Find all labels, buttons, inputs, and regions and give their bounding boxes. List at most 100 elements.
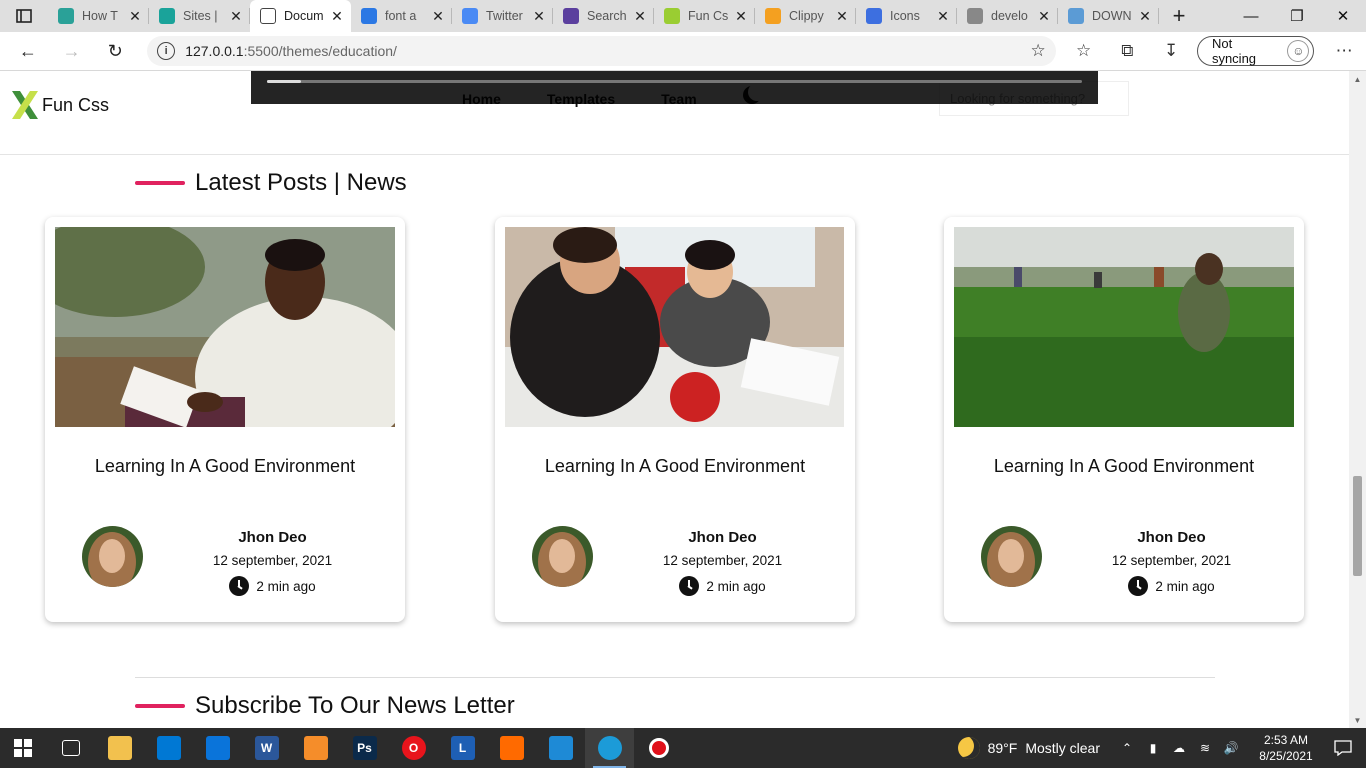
taskbar-app-file-explorer[interactable]	[95, 728, 144, 768]
browser-tab[interactable]: Clippy ✕	[755, 0, 856, 32]
tab-actions-button[interactable]	[0, 0, 48, 32]
post-card[interactable]: Learning In A Good Environment Jhon Deo …	[944, 217, 1304, 622]
taskbar-app-photoshop[interactable]: Ps	[340, 728, 389, 768]
weather-text[interactable]: Mostly clear	[1025, 740, 1100, 756]
settings-menu-icon[interactable]: ⋯	[1322, 41, 1366, 61]
taskbar-app-vscode[interactable]	[536, 728, 585, 768]
browser-tab[interactable]: Docum ✕	[250, 0, 351, 32]
tab-close-icon[interactable]: ✕	[329, 8, 345, 25]
window-controls: — ❐ ✕	[1228, 0, 1366, 32]
taskbar-app-uc-browser[interactable]	[291, 728, 340, 768]
video-progress-fill	[267, 80, 301, 83]
tab-close-icon[interactable]: ✕	[733, 8, 749, 25]
tab-favicon-icon	[866, 8, 882, 24]
system-clock[interactable]: 2:53 AM 8/25/2021	[1252, 732, 1320, 764]
section-accent-bar	[135, 181, 185, 185]
taskbar-app-store[interactable]	[144, 728, 193, 768]
tab-close-icon[interactable]: ✕	[127, 8, 143, 25]
post-card[interactable]: Learning In A Good Environment Jhon Deo …	[45, 217, 405, 622]
tab-close-icon[interactable]: ✕	[1137, 8, 1153, 25]
add-favorite-icon[interactable]: ☆	[1031, 41, 1046, 61]
taskbar-app-task-view[interactable]	[46, 728, 95, 768]
post-card[interactable]: Learning In A Good Environment Jhon Deo …	[495, 217, 855, 622]
taskbar-app-opera[interactable]: O	[389, 728, 438, 768]
clock-date: 8/25/2021	[1259, 749, 1313, 763]
tab-close-icon[interactable]: ✕	[834, 8, 850, 25]
clock-icon	[1128, 576, 1149, 596]
scroll-up-arrow[interactable]: ▲	[1349, 71, 1366, 87]
post-date: 12 september, 2021	[212, 553, 333, 568]
profile-sync-button[interactable]: Not syncing ☺	[1196, 36, 1315, 66]
close-window-button[interactable]: ✕	[1320, 0, 1366, 32]
back-button[interactable]: ←	[6, 33, 50, 69]
favorites-icon[interactable]: ☆	[1062, 41, 1106, 61]
forward-button[interactable]: →	[50, 33, 94, 69]
address-bar[interactable]: i 127.0.0.1:5500/themes/education/ ☆	[147, 36, 1056, 66]
scroll-down-arrow[interactable]: ▼	[1349, 712, 1366, 728]
page-scrollbar[interactable]: ▲ ▼	[1349, 71, 1366, 728]
taskbar-app-word[interactable]: W	[242, 728, 291, 768]
tab-close-icon[interactable]: ✕	[531, 8, 547, 25]
maximize-button[interactable]: ❐	[1274, 0, 1320, 32]
taskbar-app-mail[interactable]	[193, 728, 242, 768]
start-button[interactable]	[0, 728, 46, 768]
onedrive-cloud-icon[interactable]: ☁	[1167, 741, 1191, 755]
weather-temp[interactable]: 89°F	[988, 740, 1018, 756]
site-info-icon[interactable]: i	[157, 42, 176, 60]
browser-tab[interactable]: Search ✕	[553, 0, 654, 32]
browser-tab[interactable]: How T ✕	[48, 0, 149, 32]
subscribe-heading: Subscribe To Our News Letter	[135, 692, 515, 720]
tab-favicon-icon	[967, 8, 983, 24]
tab-close-icon[interactable]: ✕	[430, 8, 446, 25]
browser-tab[interactable]: Fun Cs ✕	[654, 0, 755, 32]
browser-toolbar: ← → ↻ i 127.0.0.1:5500/themes/education/…	[0, 32, 1366, 71]
tab-close-icon[interactable]: ✕	[935, 8, 951, 25]
post-title[interactable]: Learning In A Good Environment	[75, 453, 375, 480]
site-logo[interactable]: Fun Css	[10, 89, 109, 121]
logo-mark-icon	[12, 91, 38, 119]
taskbar-app-lens[interactable]: L	[438, 728, 487, 768]
recorder-icon	[648, 738, 669, 758]
downloads-icon[interactable]: ↧	[1149, 41, 1193, 61]
post-title[interactable]: Learning In A Good Environment	[525, 453, 825, 480]
collections-icon[interactable]: ⧉	[1105, 41, 1149, 61]
video-player-bar[interactable]	[251, 71, 1098, 104]
url-text: 127.0.0.1:5500/themes/education/	[185, 43, 397, 59]
taskbar-app-edge[interactable]	[585, 728, 634, 768]
scrollbar-thumb[interactable]	[1353, 476, 1362, 576]
taskbar-app-recorder[interactable]	[634, 728, 683, 768]
tab-favicon-icon	[664, 8, 680, 24]
volume-icon[interactable]: 🔊	[1219, 741, 1243, 755]
tab-close-icon[interactable]: ✕	[228, 8, 244, 25]
browser-tab[interactable]: Twitter ✕	[452, 0, 553, 32]
post-title[interactable]: Learning In A Good Environment	[974, 453, 1274, 480]
browser-tab[interactable]: font a ✕	[351, 0, 452, 32]
video-progress-track[interactable]	[267, 80, 1082, 83]
tab-title: develo	[991, 9, 1028, 23]
browser-tab[interactable]: Sites | ✕	[149, 0, 250, 32]
tab-title: How T	[82, 9, 118, 23]
refresh-button[interactable]: ↻	[93, 33, 137, 69]
battery-icon[interactable]: ▮	[1141, 741, 1165, 755]
notification-center-button[interactable]	[1320, 740, 1366, 756]
browser-tab[interactable]: DOWN ✕	[1058, 0, 1159, 32]
tab-close-icon[interactable]: ✕	[1036, 8, 1052, 25]
new-tab-button[interactable]: +	[1159, 0, 1199, 32]
show-hidden-icons-icon[interactable]: ⌃	[1115, 741, 1139, 755]
author-name: Jhon Deo	[688, 529, 757, 546]
browser-tab[interactable]: develo ✕	[957, 0, 1058, 32]
post-image	[55, 227, 395, 427]
tab-title: Icons	[890, 9, 920, 23]
browser-tab[interactable]: Icons ✕	[856, 0, 957, 32]
tab-favicon-icon	[462, 8, 478, 24]
taskbar-app-avast[interactable]	[487, 728, 536, 768]
tab-title: Twitter	[486, 9, 523, 23]
clock-time: 2:53 AM	[1263, 733, 1309, 747]
weather-moon-icon[interactable]	[957, 737, 980, 759]
tab-favicon-icon	[260, 8, 276, 24]
tab-favicon-icon	[58, 8, 74, 24]
tab-title: font a	[385, 9, 417, 23]
tab-close-icon[interactable]: ✕	[632, 8, 648, 25]
wifi-icon[interactable]: ≋	[1193, 741, 1217, 755]
minimize-button[interactable]: —	[1228, 0, 1274, 32]
